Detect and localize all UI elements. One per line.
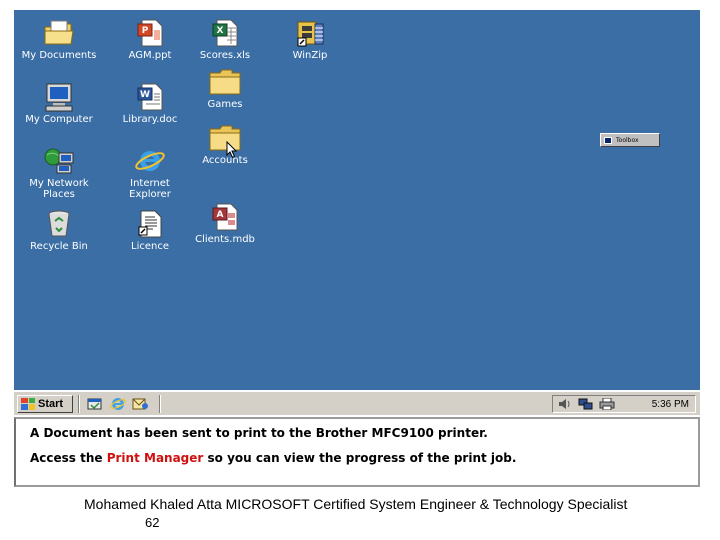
footer-credit: Mohamed Khaled Atta MICROSOFT Certified … bbox=[84, 496, 628, 512]
message-line-2-end: so you can view the progress of the prin… bbox=[203, 451, 517, 465]
clock[interactable]: 5:36 PM bbox=[652, 399, 689, 410]
desktop-icon-label: My Documents bbox=[21, 50, 97, 61]
message-line-2-start: Access the bbox=[30, 451, 107, 465]
recycle-bin-icon bbox=[42, 209, 76, 239]
desktop-icon-label: My Computer bbox=[25, 114, 93, 125]
my-documents-icon bbox=[42, 18, 76, 48]
svg-text:P: P bbox=[142, 26, 149, 36]
desktop-icon-my-documents[interactable]: My Documents bbox=[14, 18, 105, 76]
desktop[interactable]: My Documents My Computer My Network Plac… bbox=[14, 10, 700, 390]
desktop-icon-my-computer[interactable]: My Computer bbox=[14, 82, 105, 140]
toolbox-window-button[interactable]: Toolbox bbox=[600, 133, 660, 147]
text-document-icon bbox=[133, 209, 167, 239]
desktop-icon-label: Scores.xls bbox=[199, 50, 251, 61]
system-tray: 5:36 PM bbox=[552, 395, 696, 413]
desktop-icon-label: My Network Places bbox=[29, 178, 89, 200]
message-line-1: A Document has been sent to print to the… bbox=[30, 426, 488, 440]
windows-logo-icon bbox=[21, 397, 35, 410]
internet-explorer-icon[interactable] bbox=[108, 395, 128, 413]
start-button[interactable]: Start bbox=[17, 394, 73, 413]
message-panel: A Document has been sent to print to the… bbox=[14, 417, 700, 487]
desktop-icon-winzip[interactable]: WinZip bbox=[264, 18, 356, 76]
desktop-icon-accounts[interactable]: Accounts bbox=[179, 123, 271, 181]
my-computer-icon bbox=[42, 82, 76, 112]
network-icon[interactable] bbox=[578, 397, 594, 411]
desktop-icon-games[interactable]: Games bbox=[179, 67, 271, 125]
svg-text:W: W bbox=[140, 90, 150, 100]
desktop-icon-label: Library.doc bbox=[122, 114, 178, 125]
excel-file-icon: X bbox=[208, 18, 242, 48]
printer-icon[interactable] bbox=[599, 397, 615, 411]
mouse-cursor-icon bbox=[226, 140, 238, 164]
taskbar: Start 5:36 PM bbox=[14, 391, 700, 415]
page-number: 62 bbox=[145, 515, 160, 530]
winzip-icon bbox=[293, 18, 327, 48]
desktop-icon-my-network-places[interactable]: My Network Places bbox=[14, 146, 105, 204]
access-file-icon: A bbox=[208, 202, 242, 232]
desktop-icon-label: Clients.mdb bbox=[195, 234, 255, 245]
toolbox-icon bbox=[604, 136, 612, 144]
desktop-icon-label: Recycle Bin bbox=[30, 241, 88, 252]
internet-explorer-icon bbox=[133, 146, 167, 176]
desktop-icon-label: WinZip bbox=[292, 50, 328, 61]
desktop-icon-clients-mdb[interactable]: A Clients.mdb bbox=[179, 202, 271, 260]
slide: My Documents My Computer My Network Plac… bbox=[0, 0, 720, 540]
network-places-icon bbox=[42, 146, 76, 176]
volume-icon[interactable] bbox=[557, 397, 573, 411]
taskbar-separator bbox=[78, 394, 80, 413]
desktop-icon-recycle-bin[interactable]: Recycle Bin bbox=[14, 209, 105, 267]
word-file-icon: W bbox=[133, 82, 167, 112]
taskbar-separator bbox=[159, 394, 161, 413]
show-desktop-icon[interactable] bbox=[85, 395, 105, 413]
desktop-icon-label: Internet Explorer bbox=[129, 178, 171, 200]
desktop-icon-label: AGM.ppt bbox=[128, 50, 172, 61]
toolbox-label: Toolbox bbox=[616, 136, 639, 144]
desktop-icon-label: Games bbox=[207, 99, 243, 110]
desktop-icon-label: Accounts bbox=[202, 155, 248, 166]
start-label: Start bbox=[38, 397, 64, 410]
powerpoint-file-icon: P bbox=[133, 18, 167, 48]
message-line-2: Access the Print Manager so you can view… bbox=[30, 451, 516, 465]
folder-icon bbox=[208, 67, 242, 97]
desktop-icon-label: Licence bbox=[131, 241, 169, 252]
svg-text:X: X bbox=[217, 26, 224, 36]
outlook-express-icon[interactable] bbox=[131, 395, 151, 413]
print-manager-link[interactable]: Print Manager bbox=[107, 451, 204, 465]
svg-text:A: A bbox=[217, 210, 224, 220]
